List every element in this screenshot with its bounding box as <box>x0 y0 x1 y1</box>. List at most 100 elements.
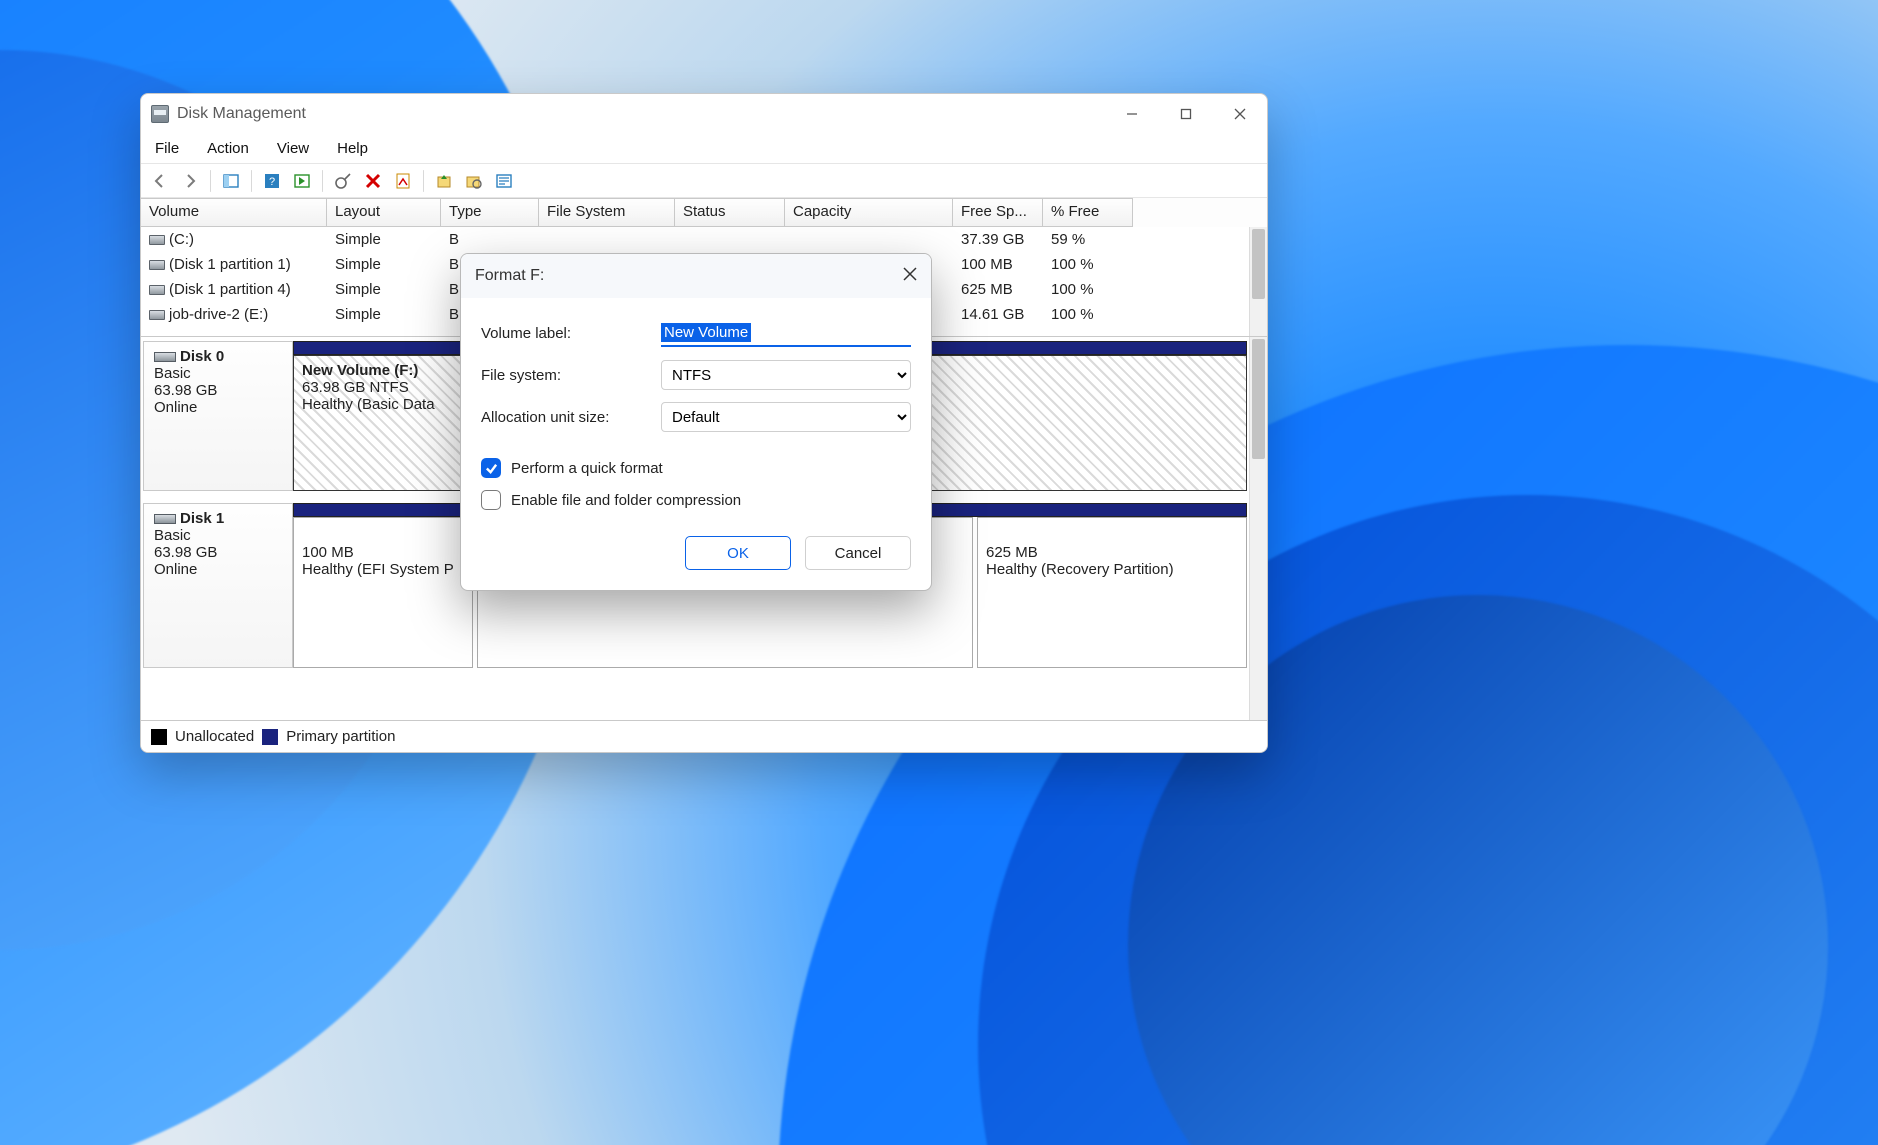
cell-free: 14.61 GB <box>953 305 1043 324</box>
legend-primary-label: Primary partition <box>286 728 395 745</box>
compression-checkbox[interactable]: Enable file and folder compression <box>481 484 911 516</box>
menubar: File Action View Help <box>141 134 1267 164</box>
cell-layout: Simple <box>327 305 441 324</box>
cancel-button[interactable]: Cancel <box>805 536 911 570</box>
explore-icon[interactable] <box>461 168 487 194</box>
partition-size: 100 MB <box>302 544 464 561</box>
disk-name: Disk 1 <box>180 510 224 527</box>
volume-table-header: Volume Layout Type File System Status Ca… <box>141 198 1267 227</box>
titlebar[interactable]: Disk Management <box>141 94 1267 134</box>
toolbar-separator <box>210 170 211 192</box>
svg-text:?: ? <box>269 176 275 188</box>
app-icon <box>151 105 169 123</box>
partition-size: 625 MB <box>986 544 1238 561</box>
col-volume[interactable]: Volume <box>141 198 327 227</box>
allocation-unit-select[interactable]: Default <box>661 402 911 432</box>
drive-icon <box>149 235 165 245</box>
menu-file[interactable]: File <box>151 138 183 159</box>
menu-action[interactable]: Action <box>203 138 253 159</box>
ok-button[interactable]: OK <box>685 536 791 570</box>
legend: Unallocated Primary partition <box>141 720 1267 752</box>
volume-label-value: New Volume <box>661 323 751 342</box>
cell-type: B <box>441 230 539 249</box>
label-allocation-unit: Allocation unit size: <box>481 409 661 426</box>
cell-free: 100 MB <box>953 255 1043 274</box>
drive-icon <box>149 285 165 295</box>
vertical-scrollbar[interactable] <box>1249 227 1267 336</box>
forward-icon[interactable] <box>177 168 203 194</box>
partition-status: Healthy (EFI System P <box>302 561 464 578</box>
cell-layout: Simple <box>327 230 441 249</box>
window-title: Disk Management <box>177 105 306 123</box>
col-pct[interactable]: % Free <box>1043 198 1133 227</box>
cell-layout: Simple <box>327 255 441 274</box>
cell-pct: 100 % <box>1043 255 1133 274</box>
cell-volume: (C:) <box>169 231 194 248</box>
show-hide-console-icon[interactable] <box>218 168 244 194</box>
legend-unallocated-label: Unallocated <box>175 728 254 745</box>
menu-help[interactable]: Help <box>333 138 372 159</box>
disk-state: Online <box>154 561 282 578</box>
toolbar-separator <box>423 170 424 192</box>
volume-label-input[interactable]: New Volume <box>661 319 911 347</box>
help-icon[interactable]: ? <box>259 168 285 194</box>
back-icon[interactable] <box>147 168 173 194</box>
dialog-titlebar[interactable]: Format F: <box>461 254 931 298</box>
disk-size: 63.98 GB <box>154 382 282 399</box>
disk-name: Disk 0 <box>180 348 224 365</box>
col-type[interactable]: Type <box>441 198 539 227</box>
cell-pct: 59 % <box>1043 230 1133 249</box>
cell-layout: Simple <box>327 280 441 299</box>
disk-size: 63.98 GB <box>154 544 282 561</box>
cell-pct: 100 % <box>1043 280 1133 299</box>
col-layout[interactable]: Layout <box>327 198 441 227</box>
cell-pct: 100 % <box>1043 305 1133 324</box>
disk-info[interactable]: Disk 1 Basic 63.98 GB Online <box>143 503 293 668</box>
col-capacity[interactable]: Capacity <box>785 198 953 227</box>
format-dialog: Format F: Volume label: New Volume File … <box>460 253 932 591</box>
drive-icon <box>149 310 165 320</box>
toolbar: ? <box>141 164 1267 198</box>
maximize-button[interactable] <box>1163 98 1209 130</box>
col-status[interactable]: Status <box>675 198 785 227</box>
disk-icon <box>154 352 176 362</box>
menu-view[interactable]: View <box>273 138 313 159</box>
label-volume: Volume label: <box>481 325 661 342</box>
legend-unallocated-swatch <box>151 729 167 745</box>
delete-icon[interactable] <box>360 168 386 194</box>
partition[interactable]: 625 MB Healthy (Recovery Partition) <box>977 517 1247 668</box>
cell-volume: job-drive-2 (E:) <box>169 306 268 323</box>
action-list-icon[interactable] <box>289 168 315 194</box>
disk-info[interactable]: Disk 0 Basic 63.98 GB Online <box>143 341 293 491</box>
quick-format-label: Perform a quick format <box>511 460 663 477</box>
refresh-icon[interactable] <box>330 168 356 194</box>
toolbar-separator <box>251 170 252 192</box>
label-file-system: File system: <box>481 367 661 384</box>
col-free[interactable]: Free Sp... <box>953 198 1043 227</box>
disk-icon <box>154 514 176 524</box>
close-button[interactable] <box>1217 98 1263 130</box>
dialog-close-button[interactable] <box>903 267 917 286</box>
cell-volume: (Disk 1 partition 4) <box>169 281 291 298</box>
compression-label: Enable file and folder compression <box>511 492 741 509</box>
scrollbar-thumb[interactable] <box>1252 229 1265 299</box>
partition[interactable]: 100 MB Healthy (EFI System P <box>293 517 473 668</box>
minimize-button[interactable] <box>1109 98 1155 130</box>
up-icon[interactable] <box>431 168 457 194</box>
cell-free: 625 MB <box>953 280 1043 299</box>
file-system-select[interactable]: NTFS <box>661 360 911 390</box>
col-fs[interactable]: File System <box>539 198 675 227</box>
scrollbar-thumb[interactable] <box>1252 339 1265 459</box>
properties-icon[interactable] <box>390 168 416 194</box>
cell-free: 37.39 GB <box>953 230 1043 249</box>
disk-state: Online <box>154 399 282 416</box>
table-row[interactable]: (C:) Simple B 37.39 GB 59 % <box>141 227 1267 252</box>
vertical-scrollbar[interactable] <box>1249 337 1267 720</box>
quick-format-checkbox[interactable]: Perform a quick format <box>481 452 911 484</box>
cell-volume: (Disk 1 partition 1) <box>169 256 291 273</box>
legend-primary-swatch <box>262 729 278 745</box>
toolbar-separator <box>322 170 323 192</box>
settings-icon[interactable] <box>491 168 517 194</box>
drive-icon <box>149 260 165 270</box>
partition-status: Healthy (Recovery Partition) <box>986 561 1238 578</box>
